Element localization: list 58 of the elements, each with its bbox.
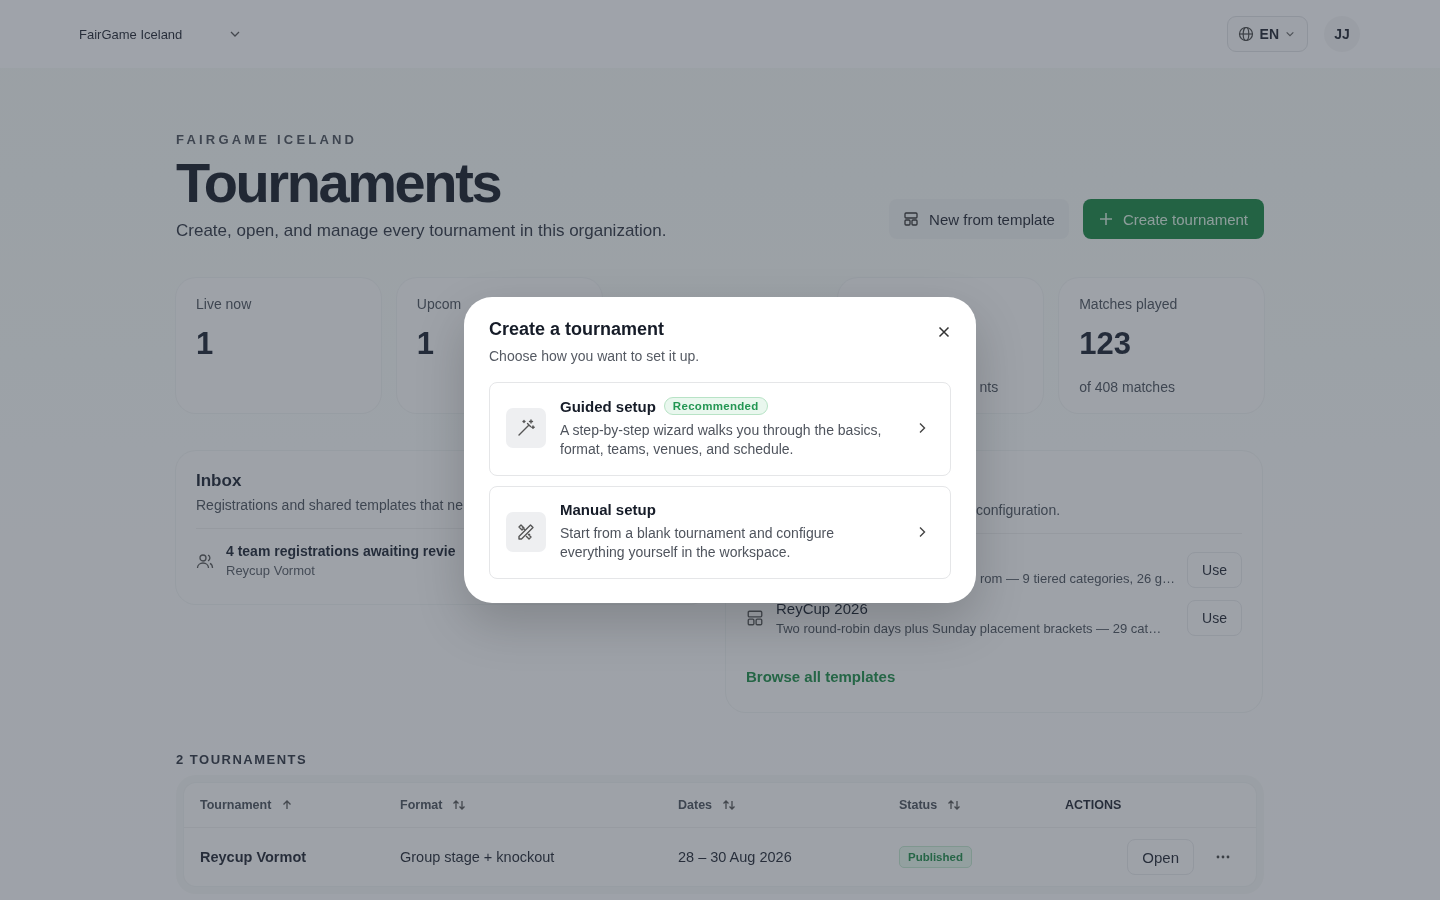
globe-icon xyxy=(1237,26,1254,42)
stat-label: Matches played xyxy=(1079,296,1178,312)
stat-value: 123 xyxy=(1079,326,1131,362)
option-title: Manual setup xyxy=(560,501,656,518)
stat-label: Live now xyxy=(196,296,252,312)
stat-value: 1 xyxy=(416,326,435,362)
column-header: ACTIONS xyxy=(1065,798,1122,812)
stat-value: 1 xyxy=(196,326,214,362)
stat-label: Upcom xyxy=(416,296,462,312)
column-header[interactable]: Tournament xyxy=(200,798,272,812)
table-heading: 2 TOURNAMENTS xyxy=(176,752,309,767)
users-icon xyxy=(196,551,214,570)
magic-wand-icon xyxy=(516,418,536,438)
use-button[interactable]: Use xyxy=(1187,600,1242,636)
column-header[interactable]: Dates xyxy=(678,798,713,812)
sort-icon[interactable] xyxy=(947,799,962,811)
more-icon[interactable] xyxy=(1216,855,1230,859)
setup-option[interactable]: Guided setup Recommended A step-by-step wizard walks you through the basics, format, teams, venues, and schedule. xyxy=(489,382,951,476)
organization-selector[interactable]: FairGame Iceland xyxy=(79,26,241,42)
sort-icon[interactable] xyxy=(722,799,737,811)
dialog-title: Create a tournament xyxy=(489,319,666,340)
language-selector[interactable]: EN xyxy=(1226,16,1308,52)
chevron-down-icon xyxy=(1285,29,1295,39)
close-icon xyxy=(938,326,950,338)
template-description: rom — 9 tiered categories, 26 g… xyxy=(979,570,1176,586)
template-description: Two round-robin days plus Sunday placement brackets — 29 cat… xyxy=(776,621,1163,636)
dialog-subtitle: Choose how you want to set it up. xyxy=(489,348,700,364)
table-cell-text: Reycup Vormot xyxy=(200,849,308,865)
plus-icon xyxy=(1098,212,1113,226)
chevron-right-icon xyxy=(918,525,926,538)
template-button[interactable]: New from template xyxy=(889,199,1069,239)
stat-note: nts xyxy=(979,379,999,395)
user-avatar[interactable]: JJ xyxy=(1324,16,1360,52)
page-title: Tournaments xyxy=(176,153,502,213)
layout-icon xyxy=(903,211,920,227)
setup-option[interactable]: Manual setup Start from a blank tournament and configure everything yourself in the workspace. xyxy=(489,486,951,579)
open-button[interactable]: Open xyxy=(1127,839,1194,875)
status-badge: Published xyxy=(899,846,972,868)
table-cell-text: Group stage + knockout xyxy=(400,849,556,865)
sort-icon[interactable] xyxy=(452,799,467,811)
option-title: Guided setup xyxy=(560,397,656,415)
chevron-right-icon xyxy=(918,422,926,434)
browse-templates-link[interactable]: Browse all templates xyxy=(746,668,896,685)
use-button[interactable]: Use xyxy=(1187,552,1242,588)
pencil-ruler-icon xyxy=(516,521,536,542)
template-name: ReyCup 2026 xyxy=(776,600,869,617)
organization-eyebrow: FAIRGAME ICELAND xyxy=(176,132,359,147)
option-description: A step-by-step wizard walks you through the basics, format, teams, venues, and schedule. xyxy=(560,421,883,459)
recommended-badge: Recommended xyxy=(663,397,768,415)
column-header[interactable]: Format xyxy=(400,798,443,812)
inbox-item-subtitle: Reycup Vormot xyxy=(226,563,316,578)
inbox-item-title[interactable]: 4 team registrations awaiting revie xyxy=(226,543,456,559)
page-subtitle: Create, open, and manage every tournament in this organization. xyxy=(176,221,667,241)
column-header[interactable]: Status xyxy=(899,798,938,812)
layout-icon xyxy=(746,609,764,627)
inbox-title: Inbox xyxy=(196,471,243,491)
table-cell-text: 28 – 30 Aug 2026 xyxy=(678,849,793,865)
stat-note: of 408 matches xyxy=(1079,379,1175,395)
